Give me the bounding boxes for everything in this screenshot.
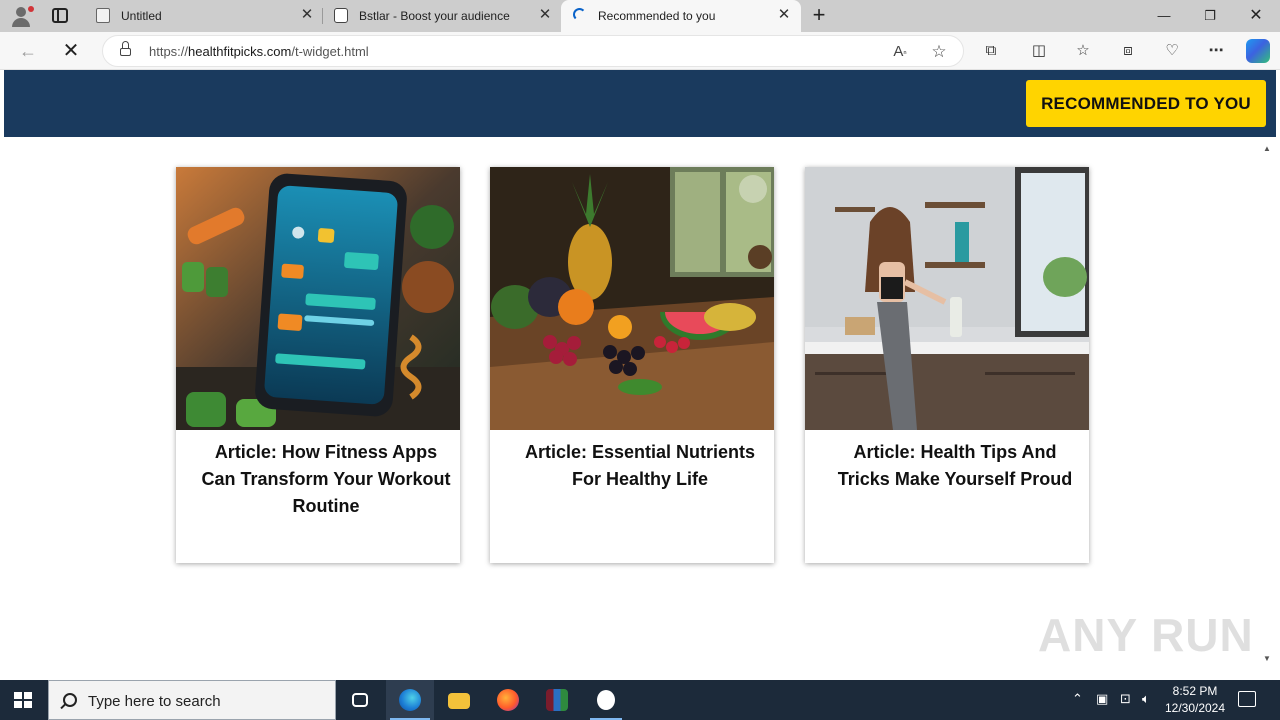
article-title[interactable]: Article: Health Tips And Tricks Make You… bbox=[825, 439, 1085, 493]
taskbar: Type here to search ⌃ ▣ ⊡ 🔈︎ 8:52 PM 12/… bbox=[0, 680, 1280, 720]
search-icon bbox=[63, 693, 77, 707]
system-clock[interactable]: 8:52 PM 12/30/2024 bbox=[1160, 683, 1230, 717]
back-arrow-icon[interactable]: ← bbox=[15, 38, 41, 64]
collections-icon[interactable]: ⧈ bbox=[1116, 39, 1140, 63]
taskbar-search[interactable]: Type here to search bbox=[48, 680, 336, 720]
tab-bstlar[interactable]: Bstlar - Boost your audience ✕ bbox=[322, 0, 560, 32]
app-flame-icon[interactable] bbox=[582, 680, 630, 720]
article-card[interactable]: Article: Health Tips And Tricks Make You… bbox=[805, 167, 1089, 563]
extensions-icon[interactable]: ⧉ bbox=[979, 39, 1003, 63]
page-header: RECOMMENDED TO YOU bbox=[4, 70, 1276, 137]
tab-close-icon[interactable]: ✕ bbox=[776, 7, 792, 23]
split-screen-icon[interactable]: ◫ bbox=[1027, 39, 1051, 63]
browser-toolbar: ← ✕ https://healthfitpicks.com/t-widget.… bbox=[0, 32, 1280, 70]
address-bar[interactable]: https://healthfitpicks.com/t-widget.html… bbox=[102, 35, 964, 67]
browser-essentials-icon[interactable]: ♡ bbox=[1160, 39, 1184, 63]
tab-recommended[interactable]: Recommended to you ✕ bbox=[561, 0, 801, 32]
article-card[interactable]: Article: Essential Nutrients For Healthy… bbox=[490, 167, 774, 563]
task-view-icon[interactable] bbox=[336, 680, 384, 720]
loading-spinner-icon bbox=[573, 8, 586, 21]
page-viewport: RECOMMENDED TO YOU ▲ ▼ Article: How Fitn… bbox=[4, 70, 1276, 676]
restore-icon[interactable]: ❐ bbox=[1192, 4, 1228, 28]
volume-icon[interactable]: 🔈︎ bbox=[1142, 691, 1150, 707]
favorites-icon[interactable]: ☆ bbox=[1071, 39, 1095, 63]
edge-taskbar-icon[interactable] bbox=[386, 680, 434, 720]
article-title[interactable]: Article: Essential Nutrients For Healthy… bbox=[510, 439, 770, 493]
fitness-app-phone-image[interactable] bbox=[176, 167, 460, 430]
notification-icon[interactable] bbox=[1238, 691, 1256, 707]
fruit-table-image[interactable] bbox=[490, 167, 774, 430]
chat-icon bbox=[334, 8, 348, 23]
read-aloud-icon[interactable]: Aⁿ bbox=[889, 41, 911, 63]
tab-title: Bstlar - Boost your audience bbox=[359, 9, 510, 23]
recommended-badge[interactable]: RECOMMENDED TO YOU bbox=[1026, 80, 1266, 127]
tab-close-icon[interactable]: ✕ bbox=[299, 7, 315, 23]
close-icon[interactable]: ✕ bbox=[1238, 4, 1274, 28]
scroll-up-arrow-icon[interactable]: ▲ bbox=[1263, 144, 1271, 153]
lock-icon[interactable] bbox=[120, 41, 131, 57]
more-options-icon[interactable]: ⋯ bbox=[1204, 39, 1228, 63]
profile-icon[interactable] bbox=[8, 4, 34, 28]
url-path: /t-widget.html bbox=[291, 44, 369, 59]
tab-strip: Untitled ✕ Bstlar - Boost your audience … bbox=[0, 0, 1280, 32]
new-tab-icon[interactable]: + bbox=[808, 3, 830, 27]
file-explorer-icon[interactable] bbox=[435, 680, 483, 720]
stop-loading-icon[interactable]: ✕ bbox=[58, 38, 84, 64]
url-text[interactable]: https://healthfitpicks.com/t-widget.html bbox=[149, 44, 369, 59]
article-card[interactable]: Article: How Fitness Apps Can Transform … bbox=[176, 167, 460, 563]
kitchen-woman-image[interactable] bbox=[805, 167, 1089, 430]
clock-date: 12/30/2024 bbox=[1164, 701, 1226, 715]
tab-title: Untitled bbox=[121, 9, 162, 23]
url-host: healthfitpicks.com bbox=[188, 44, 292, 59]
minimize-icon[interactable]: — bbox=[1146, 4, 1182, 28]
winrar-icon[interactable] bbox=[533, 680, 581, 720]
favorite-star-icon[interactable]: ☆ bbox=[928, 41, 950, 63]
copilot-icon[interactable] bbox=[1246, 39, 1270, 63]
search-placeholder: Type here to search bbox=[88, 693, 221, 710]
tab-actions-icon[interactable] bbox=[52, 8, 68, 23]
show-hidden-icons-icon[interactable]: ⌃ bbox=[1072, 691, 1083, 707]
document-icon bbox=[96, 8, 110, 23]
scroll-down-arrow-icon[interactable]: ▼ bbox=[1263, 654, 1271, 663]
tab-untitled[interactable]: Untitled ✕ bbox=[84, 0, 322, 32]
clock-time: 8:52 PM bbox=[1172, 684, 1218, 698]
url-scheme: https:// bbox=[149, 44, 189, 59]
firefox-icon[interactable] bbox=[484, 680, 532, 720]
tab-close-icon[interactable]: ✕ bbox=[537, 7, 553, 23]
anyrun-watermark: ANY RUN bbox=[1038, 609, 1254, 661]
network-icon[interactable]: ⊡ bbox=[1120, 691, 1131, 707]
device-icon[interactable]: ▣ bbox=[1096, 691, 1108, 707]
tab-title: Recommended to you bbox=[598, 9, 716, 23]
windows-start-icon[interactable] bbox=[14, 692, 32, 708]
article-title[interactable]: Article: How Fitness Apps Can Transform … bbox=[196, 439, 456, 520]
